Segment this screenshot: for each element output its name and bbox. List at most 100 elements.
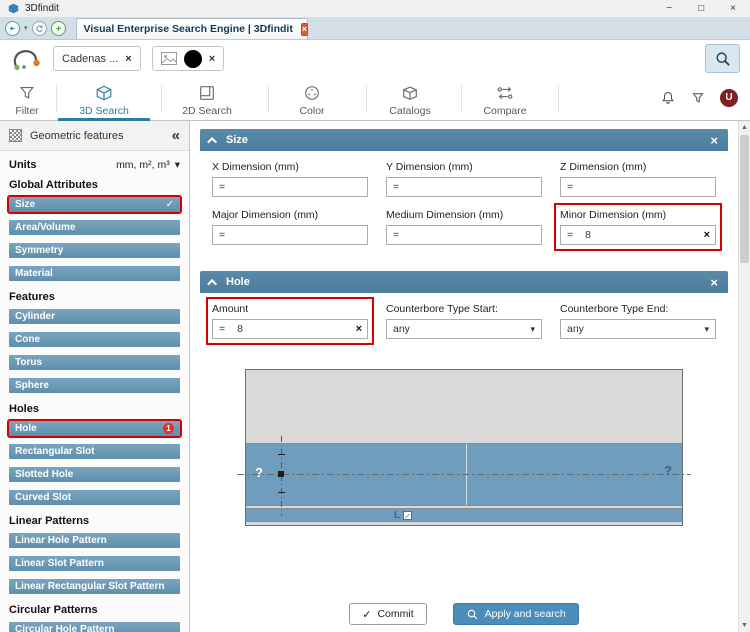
tab-close-button[interactable]: × [300, 22, 309, 36]
operator: = [567, 181, 574, 193]
field-medium-dimension: Medium Dimension (mm) = [380, 203, 548, 251]
sidebar-item-torus[interactable]: Torus [7, 353, 182, 372]
sidebar-item-area-volume[interactable]: Area/Volume [7, 218, 182, 237]
toolbar-item-color[interactable]: Color [270, 84, 354, 117]
field-minor-dimension: Minor Dimension (mm) = 8 × [554, 203, 722, 251]
toolbar-item-3d-search[interactable]: 3D Search [58, 84, 150, 117]
sidebar-item-label: Sphere [15, 380, 49, 391]
commit-button[interactable]: ✓ Commit [349, 603, 427, 625]
toolbar-item-label: Catalogs [389, 105, 431, 117]
window-close-button[interactable]: × [730, 3, 736, 14]
operator: = [219, 181, 226, 193]
filter-icon [19, 87, 35, 99]
collapse-sidebar-icon[interactable]: « [172, 127, 180, 144]
main-content: Size × X Dimension (mm) = Y Dimension (m… [190, 121, 738, 632]
sidebar-item-hole[interactable]: Hole 1 [7, 419, 182, 438]
drawing-dimension-marker [278, 471, 284, 477]
close-icon[interactable]: × [710, 275, 718, 290]
sidebar-item-sphere[interactable]: Sphere [7, 376, 182, 395]
caret-down-icon: ▾ [530, 323, 535, 334]
toolbar-item-2d-search[interactable]: 2D Search [163, 84, 251, 117]
sidebar-item-rectangular-slot[interactable]: Rectangular Slot [7, 442, 182, 461]
field-amount: Amount = 8 × [206, 297, 374, 345]
x-dimension-input[interactable]: = [212, 177, 368, 197]
sidebar-item-slotted-hole[interactable]: Slotted Hole [7, 465, 182, 484]
remove-image-icon[interactable]: × [209, 53, 215, 65]
amount-input[interactable]: = 8 × [212, 319, 368, 339]
vertical-scrollbar[interactable]: ▲ ▼ [738, 121, 750, 632]
refresh-button[interactable] [31, 20, 47, 36]
counterbore-start-select[interactable]: any ▾ [386, 319, 542, 339]
new-tab-button[interactable] [50, 20, 66, 36]
length-text: L [394, 510, 401, 521]
back-history-dropdown-icon[interactable]: ▾ [24, 24, 28, 32]
sidebar-item-curved-slot[interactable]: Curved Slot [7, 488, 182, 507]
check-icon: ✓ [165, 199, 174, 210]
user-avatar[interactable]: U [720, 88, 738, 107]
sidebar-item-linear-rectangular-slot-pattern[interactable]: Linear Rectangular Slot Pattern [7, 577, 182, 596]
sidebar-item-label: Cylinder [15, 311, 56, 322]
field-label: Counterbore Type End: [560, 303, 669, 315]
field-counterbore-start: Counterbore Type Start: any ▾ [380, 297, 548, 345]
scroll-down-icon[interactable]: ▼ [739, 619, 750, 632]
clear-icon[interactable]: × [356, 323, 362, 335]
app-logo [10, 46, 42, 72]
y-dimension-input[interactable]: = [386, 177, 542, 197]
sidebar-item-label: Material [15, 268, 53, 279]
sidebar-item-label: Torus [15, 357, 43, 368]
major-dimension-input[interactable]: = [212, 225, 368, 245]
apply-and-search-button[interactable]: Apply and search [452, 603, 579, 625]
remove-term-icon[interactable]: × [125, 53, 131, 65]
scrollbar-thumb[interactable] [740, 135, 749, 263]
back-button[interactable] [5, 20, 20, 36]
browser-tab[interactable]: Visual Enterprise Search Engine | 3Dfind… [75, 18, 309, 39]
filter-results-icon[interactable] [691, 91, 705, 105]
sidebar-item-label: Linear Rectangular Slot Pattern [15, 581, 165, 592]
tab-title: Visual Enterprise Search Engine | 3Dfind… [83, 23, 293, 35]
sidebar-item-size[interactable]: Size ✓ [7, 195, 182, 214]
edit-pencil-icon [403, 511, 413, 520]
grid-icon [9, 129, 22, 142]
sidebar-item-symmetry[interactable]: Symmetry [7, 241, 182, 260]
toolbar-item-label: 3D Search [79, 105, 129, 117]
sidebar-item-label: Rectangular Slot [15, 446, 95, 457]
field-label: Counterbore Type Start: [386, 303, 498, 315]
maximize-button[interactable]: □ [698, 3, 704, 14]
sidebar-header-title: Geometric features [30, 129, 124, 142]
search-term-chip[interactable]: Cadenas ... × [53, 46, 141, 71]
sidebar-item-circular-hole-pattern[interactable]: Circular Hole Pattern [7, 620, 182, 632]
toolbar-item-compare[interactable]: Compare [463, 84, 547, 117]
sidebar-item-material[interactable]: Material [7, 264, 182, 283]
sidebar-item-linear-slot-pattern[interactable]: Linear Slot Pattern [7, 554, 182, 573]
collapse-chevron-icon[interactable] [207, 278, 218, 289]
counterbore-end-select[interactable]: any ▾ [560, 319, 716, 339]
length-label[interactable]: L [394, 510, 413, 521]
drawing-band [246, 508, 682, 522]
operator: = [219, 323, 226, 335]
scroll-up-icon[interactable]: ▲ [739, 121, 750, 134]
field-y-dimension: Y Dimension (mm) = [380, 155, 548, 203]
toolbar-item-catalogs[interactable]: Catalogs [368, 84, 452, 117]
field-label: Medium Dimension (mm) [386, 209, 504, 221]
operator: = [393, 229, 400, 241]
units-dropdown[interactable]: mm, m², m³ ▾ [116, 159, 180, 171]
title-bar: 3Dfindit − □ × [0, 0, 750, 17]
sidebar-item-cylinder[interactable]: Cylinder [7, 307, 182, 326]
collapse-chevron-icon[interactable] [207, 136, 218, 147]
sidebar-item-cone[interactable]: Cone [7, 330, 182, 349]
field-label: Y Dimension (mm) [386, 161, 473, 173]
image-query-chip[interactable]: × [151, 46, 225, 71]
clear-icon[interactable]: × [704, 229, 710, 241]
notifications-bell-icon[interactable] [660, 90, 676, 106]
minor-dimension-input[interactable]: = 8 × [560, 225, 716, 245]
sidebar-item-label: Symmetry [15, 245, 64, 256]
value: 8 [237, 323, 243, 335]
medium-dimension-input[interactable]: = [386, 225, 542, 245]
search-button[interactable] [705, 44, 740, 73]
z-dimension-input[interactable]: = [560, 177, 716, 197]
minimize-button[interactable]: − [666, 3, 672, 14]
sidebar-item-linear-hole-pattern[interactable]: Linear Hole Pattern [7, 531, 182, 550]
close-icon[interactable]: × [710, 133, 718, 148]
toolbar-item-filter[interactable]: Filter [4, 84, 50, 117]
hole-panel-header: Hole × [200, 271, 728, 293]
